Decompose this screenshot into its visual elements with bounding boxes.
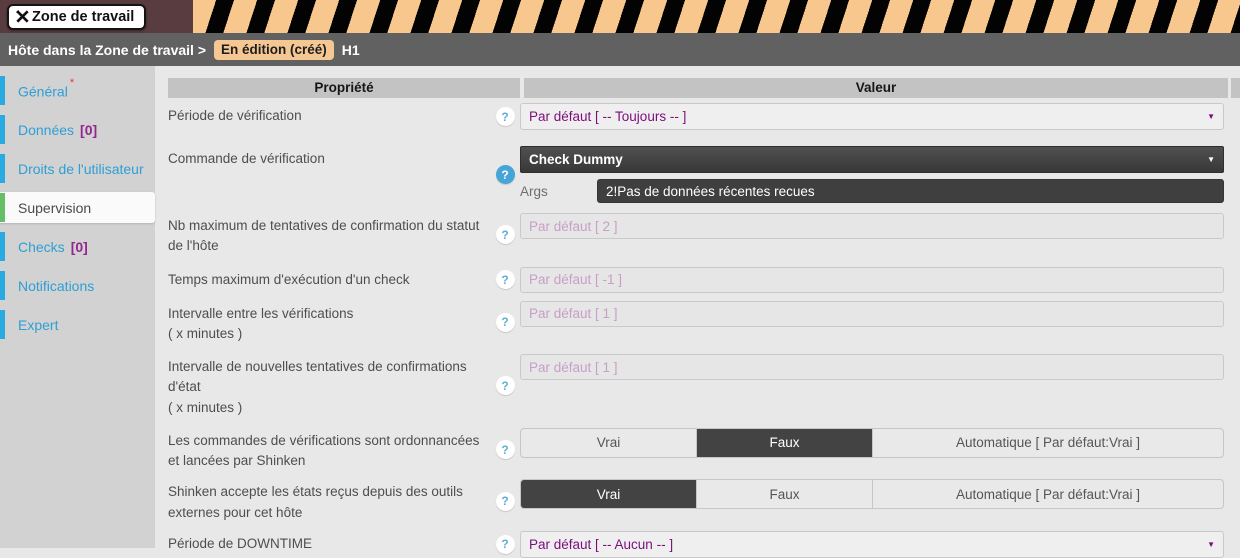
sidebar-item-label: Supervision — [0, 200, 91, 216]
breadcrumb-entity: H1 — [342, 42, 360, 58]
banner-corner: Zone de travail — [0, 0, 193, 33]
property-label: Commande de vérification — [168, 146, 490, 203]
chevron-down-icon: ▼ — [1207, 112, 1215, 121]
property-column-header: Propriété — [168, 78, 520, 98]
property-label: Intervalle de nouvelles tentatives de co… — [168, 359, 467, 394]
property-sublabel: ( x minutes ) — [168, 324, 490, 344]
accent-bar — [0, 271, 5, 300]
breadcrumb-path: Hôte dans la Zone de travail > — [8, 42, 206, 58]
selected-value: Check Dummy — [529, 152, 623, 167]
form-row-downtime-period: Période de DOWNTIME ? Par défaut [ -- Au… — [168, 531, 1240, 558]
args-label: Args — [520, 184, 597, 199]
sidebar: Général* Données [0] Droits de l'utilisat… — [0, 66, 155, 548]
top-banner: Zone de travail — [0, 0, 1240, 33]
accent-bar — [0, 115, 5, 144]
help-icon[interactable]: ? — [496, 440, 515, 459]
accent-bar — [0, 154, 5, 183]
sidebar-item-label: Général — [18, 83, 68, 99]
max-check-attempts-input[interactable] — [520, 213, 1224, 239]
args-input[interactable] — [597, 179, 1224, 203]
check-command-select[interactable]: Check Dummy ▼ — [520, 146, 1224, 173]
check-interval-input[interactable] — [520, 301, 1224, 327]
help-icon-active[interactable]: ? — [496, 165, 515, 184]
help-icon[interactable]: ? — [496, 270, 515, 289]
chevron-down-icon: ▼ — [1207, 540, 1215, 549]
sidebar-item-notifications[interactable]: Notifications — [0, 270, 155, 301]
toggle-option-automatique[interactable]: Automatique [ Par défaut:Vrai ] — [872, 429, 1223, 457]
property-label: Temps maximum d'exécution d'un check — [168, 267, 490, 293]
form-panel: Propriété Valeur Période de vérification… — [155, 66, 1240, 548]
sidebar-item-general[interactable]: Général* — [0, 75, 155, 106]
selected-value: Par défaut [ -- Toujours -- ] — [529, 109, 686, 124]
active-checks-toggle: Vrai Faux Automatique [ Par défaut:Vrai … — [520, 428, 1224, 458]
accent-bar — [0, 232, 5, 261]
value-column-header: Valeur — [524, 78, 1228, 98]
selected-value: Par défaut [ -- Aucun -- ] — [529, 537, 673, 552]
workspace-button[interactable]: Zone de travail — [7, 4, 146, 30]
app-window: Zone de travail Hôte dans la Zone de tra… — [0, 0, 1240, 548]
accent-bar — [0, 193, 5, 222]
property-label: Période de DOWNTIME — [168, 531, 490, 558]
chevron-down-icon: ▼ — [1207, 155, 1215, 164]
accent-bar — [0, 310, 5, 339]
toggle-option-vrai[interactable]: Vrai — [521, 429, 696, 457]
form-row-retry-interval: Intervalle de nouvelles tentatives de co… — [168, 354, 1240, 418]
hazard-stripes — [193, 0, 1240, 33]
header-sliver — [1231, 78, 1240, 98]
tools-icon — [15, 9, 30, 24]
sidebar-item-expert[interactable]: Expert — [0, 309, 155, 340]
form-row-commande-verification: Commande de vérification ? Check Dummy ▼… — [168, 146, 1240, 203]
sidebar-item-supervision[interactable]: Supervision — [0, 192, 155, 223]
help-icon[interactable]: ? — [496, 313, 515, 332]
downtime-period-select[interactable]: Par défaut [ -- Aucun -- ] ▼ — [520, 531, 1224, 558]
property-label: Shinken accepte les états reçus depuis d… — [168, 479, 490, 523]
sidebar-item-label: Expert — [0, 317, 58, 333]
property-label: Nb maximum de tentatives de confirmation… — [168, 213, 490, 257]
passive-checks-toggle: Vrai Faux Automatique [ Par défaut:Vrai … — [520, 479, 1224, 509]
help-icon[interactable]: ? — [496, 535, 515, 554]
help-icon[interactable]: ? — [496, 376, 515, 395]
sidebar-item-donnees[interactable]: Données [0] — [0, 114, 155, 145]
form-row-check-timeout: Temps maximum d'exécution d'un check ? — [168, 267, 1240, 293]
sidebar-item-checks[interactable]: Checks [0] — [0, 231, 155, 262]
retry-interval-input[interactable] — [520, 354, 1224, 380]
sidebar-item-label: Notifications — [0, 278, 94, 294]
toggle-option-faux[interactable]: Faux — [696, 429, 872, 457]
workspace-button-label: Zone de travail — [32, 9, 134, 25]
sidebar-item-label: Checks — [18, 239, 65, 255]
args-row: Args — [520, 179, 1224, 203]
sidebar-item-droits-utilisateur[interactable]: Droits de l'utilisateur — [0, 153, 155, 184]
form-row-passive-checks: Shinken accepte les états reçus depuis d… — [168, 479, 1240, 523]
toggle-option-faux[interactable]: Faux — [696, 480, 872, 508]
form-row-active-checks: Les commandes de vérifications sont ordo… — [168, 428, 1240, 472]
count-badge: [0] — [80, 122, 97, 138]
breadcrumb: Hôte dans la Zone de travail > En éditio… — [0, 33, 1240, 66]
form-row-max-check-attempts: Nb maximum de tentatives de confirmation… — [168, 213, 1240, 257]
help-icon[interactable]: ? — [496, 225, 515, 244]
help-icon[interactable]: ? — [496, 492, 515, 511]
property-label: Les commandes de vérifications sont ordo… — [168, 428, 490, 472]
count-badge: [0] — [71, 239, 88, 255]
toggle-option-vrai[interactable]: Vrai — [521, 480, 696, 508]
toggle-option-automatique[interactable]: Automatique [ Par défaut:Vrai ] — [872, 480, 1223, 508]
check-timeout-input[interactable] — [520, 267, 1224, 293]
sidebar-item-label: Droits de l'utilisateur — [0, 161, 144, 177]
sidebar-item-label: Données — [18, 122, 74, 138]
required-asterisk: * — [70, 77, 74, 89]
property-sublabel: ( x minutes ) — [168, 398, 490, 418]
property-label: Période de vérification — [168, 103, 490, 130]
table-header: Propriété Valeur — [168, 78, 1240, 98]
help-icon[interactable]: ? — [496, 107, 515, 126]
accent-bar — [0, 76, 5, 105]
form-row-check-interval: Intervalle entre les vérifications ( x m… — [168, 301, 1240, 345]
check-period-select[interactable]: Par défaut [ -- Toujours -- ] ▼ — [520, 103, 1224, 130]
status-badge: En édition (créé) — [214, 40, 334, 60]
form-row-periode-verification: Période de vérification ? Par défaut [ -… — [168, 103, 1240, 130]
property-label: Intervalle entre les vérifications — [168, 306, 353, 321]
